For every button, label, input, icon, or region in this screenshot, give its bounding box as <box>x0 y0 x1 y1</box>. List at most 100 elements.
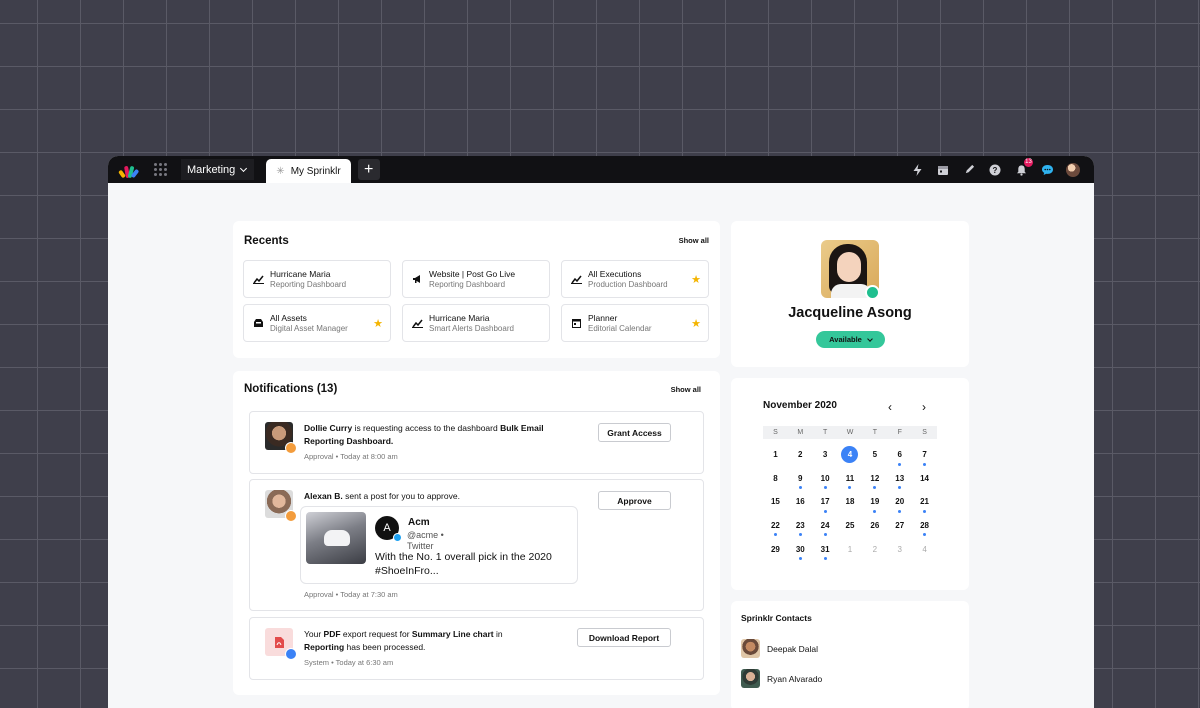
calendar-day[interactable]: 21 <box>912 490 937 514</box>
calendar-icon[interactable] <box>936 163 950 177</box>
notification-format: PDF <box>323 629 341 639</box>
avatar <box>741 669 760 688</box>
top-icons: ? 13 <box>910 156 1080 183</box>
calendar-day[interactable]: 9 <box>788 467 813 491</box>
grant-access-button[interactable]: Grant Access <box>598 423 671 442</box>
calendar-day[interactable]: 25 <box>838 514 863 538</box>
calendar-day-number: 28 <box>920 521 930 531</box>
calendar-day-number: 2 <box>872 544 878 554</box>
star-icon[interactable]: ★ <box>691 317 701 330</box>
post-author-handle: @acme • Twitter <box>407 530 444 551</box>
event-dot-icon <box>773 533 777 537</box>
help-icon[interactable]: ? <box>988 163 1002 177</box>
recent-item[interactable]: Hurricane Maria Smart Alerts Dashboard <box>402 304 550 342</box>
availability-dropdown[interactable]: Available <box>816 331 885 348</box>
weekday-label: F <box>897 429 902 436</box>
event-dot-icon <box>823 509 827 513</box>
calendar-day[interactable]: 1 <box>838 537 863 561</box>
recent-item[interactable]: All Assets Digital Asset Manager ★ <box>243 304 391 342</box>
pencil-icon[interactable] <box>962 163 976 177</box>
approve-button[interactable]: Approve <box>598 491 671 510</box>
star-icon[interactable]: ★ <box>691 273 701 286</box>
calendar-day[interactable]: 19 <box>862 490 887 514</box>
calendar-day-number: 31 <box>820 544 830 554</box>
calendar-card: November 2020 ‹ › SMTWTFS 1 2 3 4 5 6 7 8 9 10 11 1… <box>731 378 969 590</box>
notification-item: Your PDF export request for Summary Line… <box>249 617 704 680</box>
calendar-day[interactable]: 2 <box>862 537 887 561</box>
calendar-day-number: 10 <box>820 473 830 483</box>
calendar-day[interactable]: 14 <box>912 467 937 491</box>
calendar-day[interactable]: 22 <box>763 514 788 538</box>
calendar-day[interactable]: 24 <box>813 514 838 538</box>
calendar-day[interactable]: 30 <box>788 537 813 561</box>
calendar-day[interactable]: 17 <box>813 490 838 514</box>
contact-item[interactable]: Deepak Dalal <box>741 639 818 658</box>
tab-my-sprinklr[interactable]: ✳ My Sprinklr <box>266 159 351 183</box>
recents-show-all-link[interactable]: Show all <box>679 236 709 245</box>
calendar-icon <box>570 317 582 329</box>
calendar-day[interactable]: 23 <box>788 514 813 538</box>
recent-item-subtitle: Production Dashboard <box>588 280 668 289</box>
contacts-card: Sprinklr Contacts Deepak Dalal Ryan Alva… <box>731 601 969 708</box>
calendar-day[interactable]: 11 <box>838 467 863 491</box>
calendar-next-button[interactable]: › <box>917 400 931 414</box>
recent-item[interactable]: Hurricane Maria Reporting Dashboard <box>243 260 391 298</box>
notifications-show-all-link[interactable]: Show all <box>671 385 701 394</box>
notification-text: Alexan B. sent a post for you to approve… <box>304 490 584 503</box>
app-launcher-icon[interactable] <box>154 163 167 176</box>
recent-item[interactable]: All Executions Production Dashboard ★ <box>561 260 709 298</box>
bell-icon[interactable]: 13 <box>1014 157 1033 177</box>
calendar-day[interactable]: 10 <box>813 467 838 491</box>
app-window: Marketing ✳ My Sprinklr + ? 13 Recents S… <box>108 156 1094 708</box>
recent-item[interactable]: Website | Post Go Live Reporting Dashboa… <box>402 260 550 298</box>
notification-text: Dollie Curry is requesting access to the… <box>304 422 564 448</box>
recent-item[interactable]: Planner Editorial Calendar ★ <box>561 304 709 342</box>
calendar-day-number: 1 <box>773 450 778 460</box>
calendar-day[interactable]: 29 <box>763 537 788 561</box>
calendar-day[interactable]: 5 <box>862 443 887 467</box>
calendar-day[interactable]: 8 <box>763 467 788 491</box>
recent-item-subtitle: Editorial Calendar <box>588 324 652 333</box>
notification-item: Dollie Curry is requesting access to the… <box>249 411 704 474</box>
calendar-day[interactable]: 31 <box>813 537 838 561</box>
calendar-day[interactable]: 2 <box>788 443 813 467</box>
calendar-month: November 2020 <box>763 400 837 411</box>
calendar-day[interactable]: 1 <box>763 443 788 467</box>
event-dot-icon <box>823 533 827 537</box>
chat-icon[interactable] <box>1040 163 1054 177</box>
calendar-day[interactable]: 18 <box>838 490 863 514</box>
calendar-day[interactable]: 3 <box>813 443 838 467</box>
download-report-button[interactable]: Download Report <box>577 628 671 647</box>
post-preview[interactable]: A Acm @acme • Twitter With the No. 1 ove… <box>300 506 578 584</box>
calendar-day-number: 24 <box>820 521 830 531</box>
notification-target: Summary Line chart <box>411 629 494 639</box>
calendar-day[interactable]: 16 <box>788 490 813 514</box>
weekday-label: S <box>922 429 927 436</box>
calendar-day[interactable]: 26 <box>862 514 887 538</box>
calendar-day-number: 15 <box>770 497 780 507</box>
contact-item[interactable]: Ryan Alvarado <box>741 669 822 688</box>
calendar-day[interactable]: 27 <box>887 514 912 538</box>
calendar-day[interactable]: 13 <box>887 467 912 491</box>
calendar-day[interactable]: 20 <box>887 490 912 514</box>
sprinklr-logo-icon[interactable] <box>118 162 140 178</box>
top-bar: Marketing ✳ My Sprinklr + ? 13 <box>108 156 1094 183</box>
calendar-day-today[interactable]: 4 <box>838 443 863 467</box>
event-dot-icon <box>798 556 802 560</box>
calendar-day[interactable]: 6 <box>887 443 912 467</box>
workspace-selector[interactable]: Marketing <box>181 159 255 180</box>
user-avatar[interactable] <box>1066 162 1080 177</box>
calendar-day[interactable]: 7 <box>912 443 937 467</box>
add-tab-button[interactable]: + <box>357 159 380 180</box>
calendar-day[interactable]: 3 <box>887 537 912 561</box>
calendar-prev-button[interactable]: ‹ <box>883 400 897 414</box>
event-dot-icon <box>798 486 802 490</box>
calendar-day[interactable]: 4 <box>912 537 937 561</box>
calendar-day-number: 18 <box>845 497 855 507</box>
lightning-icon[interactable] <box>910 163 924 177</box>
calendar-day[interactable]: 15 <box>763 490 788 514</box>
calendar-day[interactable]: 28 <box>912 514 937 538</box>
calendar-day[interactable]: 12 <box>862 467 887 491</box>
calendar-day-number: 30 <box>795 544 805 554</box>
star-icon[interactable]: ★ <box>373 317 383 330</box>
